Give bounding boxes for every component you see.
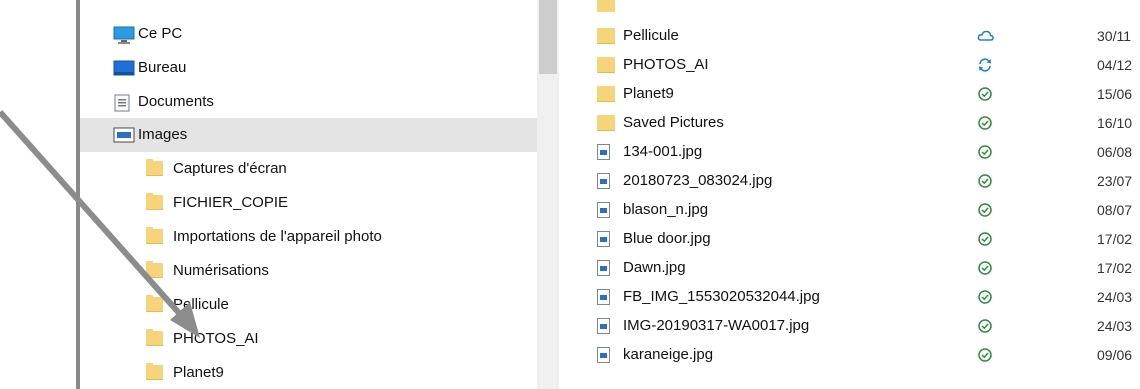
- file-row[interactable]: Dawn.jpg 17/02: [559, 254, 1140, 283]
- folder-icon: [597, 0, 615, 12]
- nav-item-label: Planet9: [173, 364, 224, 381]
- folder-icon: [146, 261, 163, 278]
- nav-item-label: Captures d'écran: [173, 160, 287, 177]
- file-date: 04/12: [1097, 57, 1133, 73]
- file-date: 08/07: [1097, 202, 1133, 218]
- file-date: 24/03: [1097, 318, 1133, 334]
- nav-item-label: Images: [138, 126, 188, 143]
- nav-item-label: Ce PC: [138, 25, 183, 42]
- nav-item[interactable]: Images: [80, 118, 537, 152]
- folder-icon: [146, 329, 163, 346]
- synced-check-icon: [977, 318, 993, 334]
- nav-item-label: Documents: [138, 93, 214, 110]
- sync-icon: [977, 57, 993, 73]
- file-name: Pellicule: [623, 27, 679, 44]
- nav-item[interactable]: Bureau: [80, 51, 537, 85]
- synced-check-icon: [977, 144, 993, 160]
- nav-item[interactable]: Pellicule: [80, 288, 537, 322]
- file-date: 17/02: [1097, 260, 1133, 276]
- folder-icon: [146, 159, 163, 176]
- synced-check-icon: [977, 347, 993, 363]
- nav-item-label: Bureau: [138, 59, 187, 76]
- file-name: 134-001.jpg: [623, 143, 703, 160]
- file-name: 20180723_083024.jpg: [623, 172, 773, 189]
- nav-item-label: FICHIER_COPIE: [173, 194, 289, 211]
- synced-check-icon: [977, 289, 993, 305]
- file-row[interactable]: karaneige.jpg 09/06: [559, 341, 1140, 370]
- nav-item[interactable]: Ce PC: [80, 17, 537, 51]
- nav-item[interactable]: Captures d'écran: [80, 152, 537, 186]
- file-date: 16/10: [1097, 115, 1133, 131]
- cloud-icon: [977, 28, 994, 44]
- file-name: karaneige.jpg: [623, 346, 714, 363]
- file-row[interactable]: FB_IMG_1553020532044.jpg 24/03: [559, 283, 1140, 312]
- file-date: 09/06: [1097, 347, 1133, 363]
- folder-icon: [146, 193, 163, 210]
- file-date: 17/02: [1097, 231, 1133, 247]
- synced-check-icon: [977, 202, 993, 218]
- nav-item[interactable]: Planet9: [80, 356, 537, 389]
- file-row[interactable]: 134-001.jpg 06/08: [559, 138, 1140, 167]
- nav-item[interactable]: Documents: [80, 85, 537, 119]
- file-name: Saved Pictures: [623, 114, 724, 131]
- file-row[interactable]: PHOTOS_AI 04/12: [559, 51, 1140, 80]
- computer-icon: [113, 26, 135, 48]
- nav-item-label: PHOTOS_AI: [173, 330, 259, 347]
- file-row[interactable]: Pellicule 30/11: [559, 22, 1140, 51]
- synced-check-icon: [977, 260, 993, 276]
- file-row[interactable]: Saved Pictures 16/10: [559, 109, 1140, 138]
- nav-scrollbar-thumb[interactable]: [539, 0, 557, 74]
- synced-check-icon: [977, 173, 993, 189]
- file-list[interactable]: Pellicule 30/11 PHOTOS_AI 04/12 Planet9 15/06…: [559, 0, 1140, 389]
- nav-item[interactable]: FICHIER_COPIE: [80, 186, 537, 220]
- file-name: IMG-20190317-WA0017.jpg: [623, 317, 810, 334]
- nav-item[interactable]: Importations de l'appareil photo: [80, 220, 537, 254]
- file-name: Planet9: [623, 85, 674, 102]
- nav-item-label: Importations de l'appareil photo: [173, 228, 382, 245]
- desktop-icon: [113, 60, 135, 80]
- synced-check-icon: [977, 115, 993, 131]
- file-date: 30/11: [1097, 28, 1131, 44]
- folder-icon: [146, 227, 163, 244]
- file-row[interactable]: blason_n.jpg 08/07: [559, 196, 1140, 225]
- synced-check-icon: [977, 86, 993, 102]
- file-date: 15/06: [1097, 86, 1133, 102]
- file-name: blason_n.jpg: [623, 201, 709, 218]
- file-name: FB_IMG_1553020532044.jpg: [623, 288, 820, 305]
- file-date: 23/07: [1097, 173, 1133, 189]
- file-name: Blue door.jpg: [623, 230, 711, 247]
- nav-item-label: Pellicule: [173, 296, 229, 313]
- file-name: Dawn.jpg: [623, 259, 686, 276]
- file-row[interactable]: 20180723_083024.jpg 23/07: [559, 167, 1140, 196]
- nav-item[interactable]: PHOTOS_AI: [80, 322, 537, 356]
- nav-scrollbar[interactable]: [537, 0, 559, 389]
- file-row[interactable]: IMG-20190317-WA0017.jpg 24/03: [559, 312, 1140, 341]
- file-row[interactable]: Planet9 15/06: [559, 80, 1140, 109]
- documents-icon: [113, 94, 131, 116]
- folder-icon: [146, 295, 163, 312]
- file-row[interactable]: Blue door.jpg 17/02: [559, 225, 1140, 254]
- nav-item-label: Numérisations: [173, 262, 269, 279]
- nav-item[interactable]: Numérisations: [80, 254, 537, 288]
- navigation-pane[interactable]: Ce PC Bureau Documents Images Captures d'écr…: [80, 0, 537, 389]
- file-date: 06/08: [1097, 144, 1133, 160]
- file-date: 24/03: [1097, 289, 1133, 305]
- synced-check-icon: [977, 231, 993, 247]
- folder-icon: [146, 363, 163, 380]
- pictures-icon: [113, 127, 135, 147]
- file-name: PHOTOS_AI: [623, 56, 709, 73]
